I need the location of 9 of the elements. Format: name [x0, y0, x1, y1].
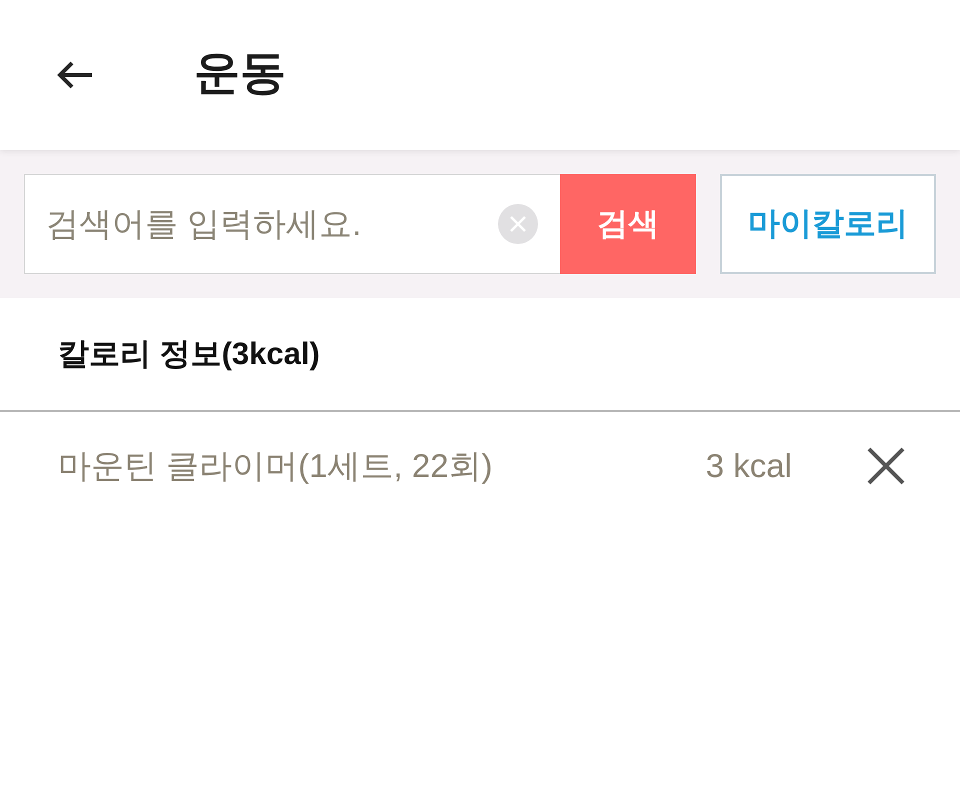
- back-arrow-icon[interactable]: [56, 60, 94, 90]
- page-title: 운동: [194, 45, 286, 100]
- calorie-value: 3 kcal: [706, 447, 792, 485]
- exercise-name: 마운틴 클라이머(1세트, 22회): [58, 446, 494, 486]
- close-icon[interactable]: [866, 446, 906, 486]
- section-title: 칼로리 정보(3kcal): [58, 335, 320, 373]
- search-button[interactable]: 검색: [560, 174, 696, 274]
- my-calorie-button[interactable]: 마이칼로리: [720, 174, 936, 274]
- search-field[interactable]: 검색어를 입력하세요.: [24, 174, 560, 274]
